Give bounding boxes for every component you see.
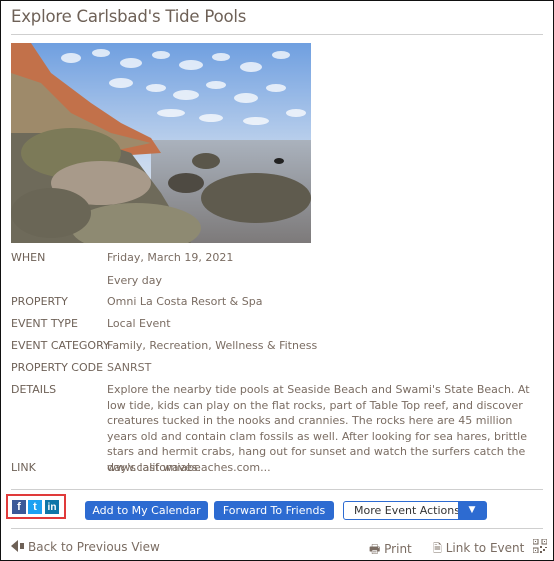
field-label: LINK bbox=[11, 461, 36, 474]
field-label: PROPERTY CODE bbox=[11, 361, 104, 374]
back-label: Back to Previous View bbox=[28, 540, 160, 554]
field-value: Friday, March 19, 2021 bbox=[107, 251, 234, 264]
field-value: SANRST bbox=[107, 361, 152, 374]
forward-to-friends-button[interactable]: Forward To Friends bbox=[214, 501, 334, 520]
qr-code-icon bbox=[532, 538, 548, 554]
print-label: Print bbox=[384, 542, 412, 556]
title-divider bbox=[11, 34, 543, 35]
qr-code-button[interactable] bbox=[532, 538, 548, 556]
field-label: PROPERTY bbox=[11, 295, 68, 308]
event-title: Explore Carlsbad's Tide Pools bbox=[11, 7, 247, 26]
more-event-actions-dropdown[interactable]: More Event Actions ▼ bbox=[343, 501, 487, 520]
field-label: EVENT CATEGORY bbox=[11, 339, 110, 352]
twitter-icon[interactable]: t bbox=[28, 500, 42, 514]
field-value: Local Event bbox=[107, 317, 171, 330]
actions-divider-top bbox=[11, 489, 543, 490]
field-value: Omni La Costa Resort & Spa bbox=[107, 295, 263, 308]
event-photo bbox=[11, 43, 311, 243]
social-share-group: f t in bbox=[6, 494, 66, 519]
field-value: Family, Recreation, Wellness & Fitness bbox=[107, 339, 318, 352]
link-to-event-label: Link to Event bbox=[445, 541, 525, 555]
back-link[interactable]: Back to Previous View bbox=[11, 540, 160, 554]
linkedin-icon[interactable]: in bbox=[45, 500, 59, 514]
print-link[interactable]: 🖶 Print bbox=[369, 540, 412, 561]
actions-divider-bottom bbox=[11, 528, 543, 529]
event-link[interactable]: www.californiabeaches.com... bbox=[107, 461, 271, 474]
facebook-icon[interactable]: f bbox=[12, 500, 26, 514]
document-icon: 🗎 bbox=[433, 542, 442, 555]
field-label: EVENT TYPE bbox=[11, 317, 78, 330]
tide-pool-image bbox=[11, 43, 311, 243]
dropdown-arrow-icon[interactable]: ▼ bbox=[458, 502, 486, 519]
add-to-calendar-button[interactable]: Add to My Calendar bbox=[85, 501, 208, 520]
link-to-event[interactable]: 🗎 Link to Event bbox=[433, 540, 524, 559]
back-arrow-tail bbox=[20, 543, 24, 549]
field-value: Every day bbox=[107, 274, 162, 287]
event-detail-panel: Explore Carlsbad's Tide Pools WHEN Frida… bbox=[0, 0, 554, 561]
field-label: DETAILS bbox=[11, 383, 57, 396]
printer-icon: 🖶 bbox=[369, 542, 381, 556]
more-event-actions-label: More Event Actions bbox=[354, 504, 460, 517]
field-label: WHEN bbox=[11, 251, 46, 264]
back-arrow-icon bbox=[11, 540, 18, 552]
